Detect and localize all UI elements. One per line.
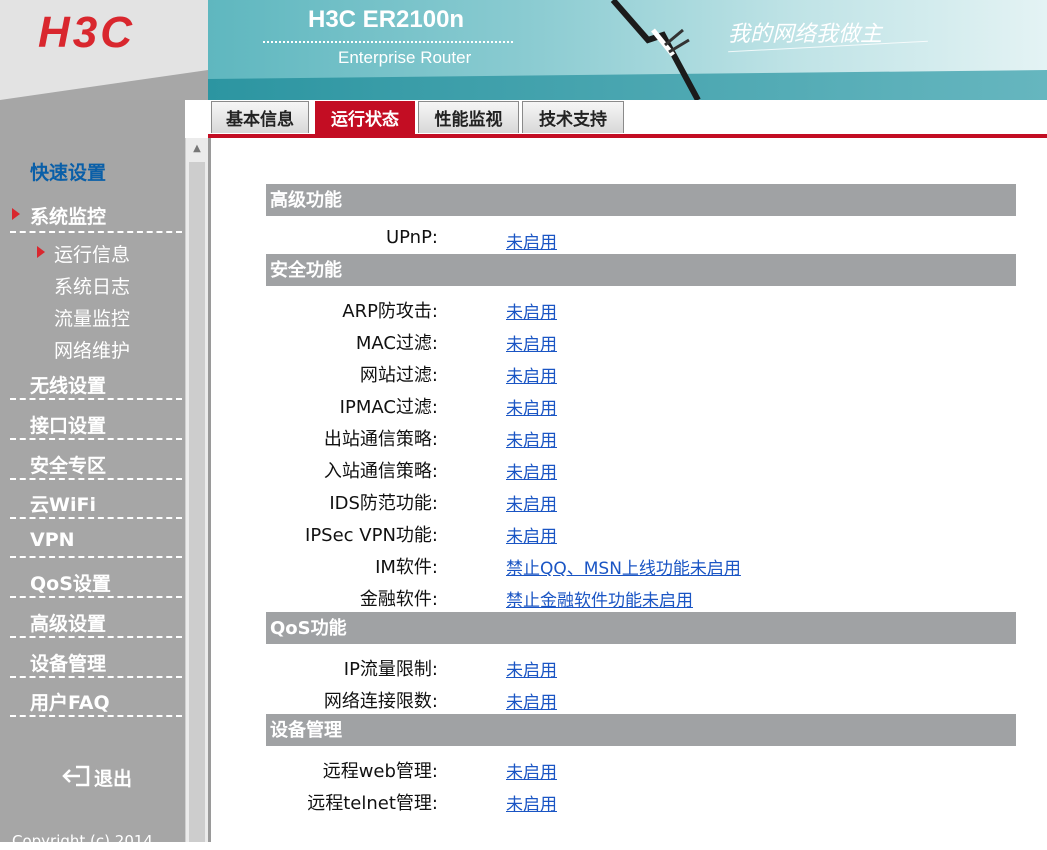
copyright-text: Copyright (c) 2014 (12, 832, 153, 850)
label-ids: IDS防范功能: (329, 493, 438, 514)
link-ipmac-filter-status[interactable]: 未启用 (506, 394, 557, 419)
link-finance-software-status[interactable]: 禁止金融软件功能未启用 (506, 586, 693, 611)
expanded-arrow-icon (12, 208, 20, 220)
nav-separator (10, 517, 182, 519)
link-ids-status[interactable]: 未启用 (506, 490, 557, 515)
link-im-software-status[interactable]: 禁止QQ、MSN上线功能未启用 (506, 554, 741, 579)
link-upnp-status[interactable]: 未启用 (506, 228, 557, 253)
tab-performance-monitor[interactable]: 性能监视 (418, 101, 519, 133)
link-website-filter-status[interactable]: 未启用 (506, 362, 557, 387)
label-ip-traffic-limit: IP流量限制: (343, 659, 438, 680)
link-outbound-policy-status[interactable]: 未启用 (506, 426, 557, 451)
label-upnp: UPnP: (385, 227, 438, 248)
label-website-filter: 网站过滤: (359, 365, 438, 386)
tab-running-status[interactable]: 运行状态 (315, 101, 415, 135)
section-header-advanced-features: 高级功能 (266, 184, 1016, 216)
label-remote-telnet: 远程telnet管理: (307, 793, 438, 814)
label-remote-web: 远程web管理: (322, 761, 438, 782)
label-connection-limit: 网络连接限数: (323, 691, 438, 712)
nav-separator (10, 715, 182, 717)
banner-divider (263, 41, 513, 43)
label-ipsec-vpn: IPSec VPN功能: (305, 525, 438, 546)
logo-area: H3C (0, 0, 208, 100)
plug-cable-icon (610, 0, 701, 100)
section-header-device-management: 设备管理 (266, 714, 1016, 746)
h3c-logo: H3C (38, 8, 136, 57)
section-header-security-features: 安全功能 (266, 254, 1016, 286)
label-outbound-policy: 出站通信策略: (323, 429, 438, 450)
link-mac-filter-status[interactable]: 未启用 (506, 330, 557, 355)
sidebar-item-system-monitor[interactable]: 系统监控 (30, 202, 106, 229)
link-ipsec-vpn-status[interactable]: 未启用 (506, 522, 557, 547)
product-name: H3C ER2100n (308, 6, 465, 33)
link-inbound-policy-status[interactable]: 未启用 (506, 458, 557, 483)
sidebar-item-quick-setup[interactable]: 快速设置 (30, 158, 106, 185)
sidebar-subitem-system-log[interactable]: 系统日志 (54, 272, 130, 299)
link-connection-limit-status[interactable]: 未启用 (506, 688, 557, 713)
logo-wedge (0, 70, 208, 100)
nav-separator (10, 636, 182, 638)
link-arp-protection-status[interactable]: 未启用 (506, 298, 557, 323)
link-remote-web-status[interactable]: 未启用 (506, 758, 557, 783)
section-header-qos-features: QoS功能 (266, 612, 1016, 644)
label-im-software: IM软件: (375, 557, 438, 578)
label-arp-protection: ARP防攻击: (342, 301, 438, 322)
tab-basic-info[interactable]: 基本信息 (211, 101, 309, 133)
slogan: 我的网络我做主 (728, 22, 883, 47)
header-banner: H3C ER2100n Enterprise Router 我的网络我做主 (208, 0, 1047, 100)
link-ip-traffic-limit-status[interactable]: 未启用 (506, 656, 557, 681)
label-mac-filter: MAC过滤: (355, 333, 438, 354)
label-finance-software: 金融软件: (359, 589, 438, 610)
label-inbound-policy: 入站通信策略: (323, 461, 438, 482)
tab-tech-support[interactable]: 技术支持 (522, 101, 624, 133)
scroll-up-arrow-icon[interactable]: ▲ (186, 138, 208, 160)
sidebar-item-advanced[interactable]: 高级设置 (30, 609, 106, 636)
label-ipmac-filter: IPMAC过滤: (339, 397, 438, 418)
link-remote-telnet-status[interactable]: 未启用 (506, 790, 557, 815)
product-subtitle: Enterprise Router (338, 48, 472, 67)
